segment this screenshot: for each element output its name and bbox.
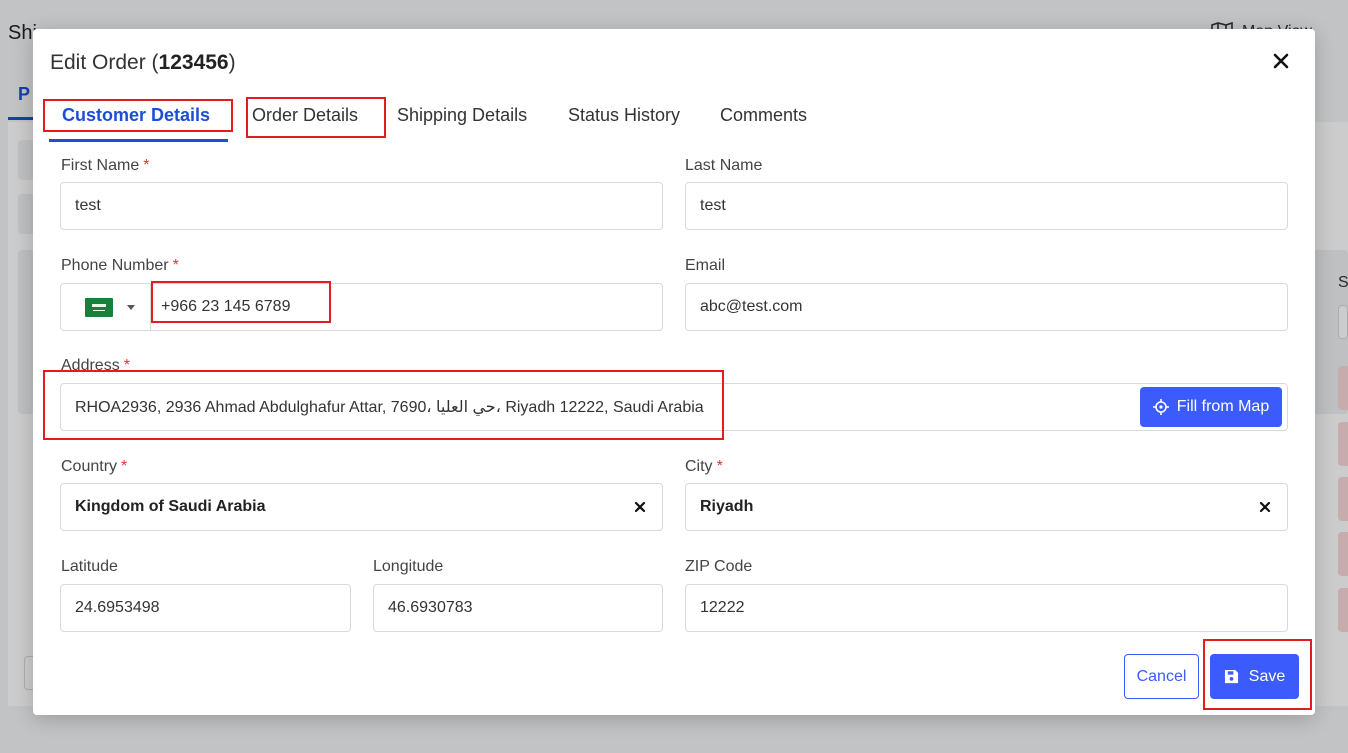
required-mark: * bbox=[121, 458, 128, 475]
address-input[interactable]: RHOA2936, 2936 Ahmad Abdulghafur Attar, … bbox=[60, 383, 1288, 431]
active-tab-indicator bbox=[49, 139, 228, 142]
required-mark: * bbox=[123, 357, 130, 374]
crosshair-icon bbox=[1152, 399, 1169, 415]
floppy-disk-icon bbox=[1224, 669, 1238, 684]
tab-customer-details[interactable]: Customer Details bbox=[62, 105, 210, 126]
latitude-label: Latitude bbox=[61, 558, 118, 575]
fill-from-map-label: Fill from Map bbox=[1176, 398, 1270, 415]
tab-shipping-details[interactable]: Shipping Details bbox=[397, 105, 527, 126]
last-name-label: Last Name bbox=[685, 157, 763, 174]
required-mark: * bbox=[143, 157, 150, 174]
address-label: Address * bbox=[61, 357, 130, 374]
first-name-input[interactable]: test bbox=[60, 182, 663, 230]
close-button[interactable] bbox=[1269, 49, 1293, 73]
email-input[interactable]: abc@test.com bbox=[685, 283, 1288, 331]
required-mark: * bbox=[716, 458, 723, 475]
clear-city-icon[interactable] bbox=[1257, 499, 1273, 515]
phone-number-input[interactable]: +966 23 145 6789 bbox=[161, 298, 290, 316]
order-id: 123456 bbox=[158, 51, 229, 74]
latitude-input[interactable]: 24.6953498 bbox=[60, 584, 351, 632]
country-label: Country * bbox=[61, 458, 128, 475]
address-value: RHOA2936, 2936 Ahmad Abdulghafur Attar, … bbox=[75, 399, 704, 416]
tab-order-details[interactable]: Order Details bbox=[252, 105, 358, 126]
caret-down-icon bbox=[127, 304, 135, 310]
fill-from-map-button[interactable]: Fill from Map bbox=[1140, 387, 1282, 427]
phone-number-label: Phone Number * bbox=[61, 257, 179, 274]
country-select[interactable]: Kingdom of Saudi Arabia bbox=[60, 483, 663, 531]
longitude-input[interactable]: 46.6930783 bbox=[373, 584, 663, 632]
phone-number-field: +966 23 145 6789 bbox=[60, 283, 663, 331]
edit-order-modal: Edit Order (123456) Customer Details Ord… bbox=[33, 29, 1315, 715]
modal-title: Edit Order (123456) bbox=[50, 51, 236, 74]
city-value: Riyadh bbox=[700, 498, 754, 515]
close-icon bbox=[1273, 53, 1289, 69]
longitude-label: Longitude bbox=[373, 558, 444, 575]
city-select[interactable]: Riyadh bbox=[685, 483, 1288, 531]
first-name-label: First Name * bbox=[61, 157, 150, 174]
save-button[interactable]: Save bbox=[1210, 654, 1299, 699]
country-code-selector[interactable] bbox=[61, 284, 151, 330]
cancel-button[interactable]: Cancel bbox=[1124, 654, 1199, 699]
required-mark: * bbox=[172, 257, 179, 274]
tab-comments[interactable]: Comments bbox=[720, 105, 807, 126]
zip-code-input[interactable]: 12222 bbox=[685, 584, 1288, 632]
clear-country-icon[interactable] bbox=[632, 499, 648, 515]
country-value: Kingdom of Saudi Arabia bbox=[75, 498, 266, 515]
tab-status-history[interactable]: Status History bbox=[568, 105, 680, 126]
zip-code-label: ZIP Code bbox=[685, 558, 753, 575]
email-label: Email bbox=[685, 257, 726, 274]
save-label: Save bbox=[1248, 667, 1286, 685]
saudi-arabia-flag-icon bbox=[85, 297, 113, 317]
city-label: City * bbox=[685, 458, 723, 475]
last-name-input[interactable]: test bbox=[685, 182, 1288, 230]
